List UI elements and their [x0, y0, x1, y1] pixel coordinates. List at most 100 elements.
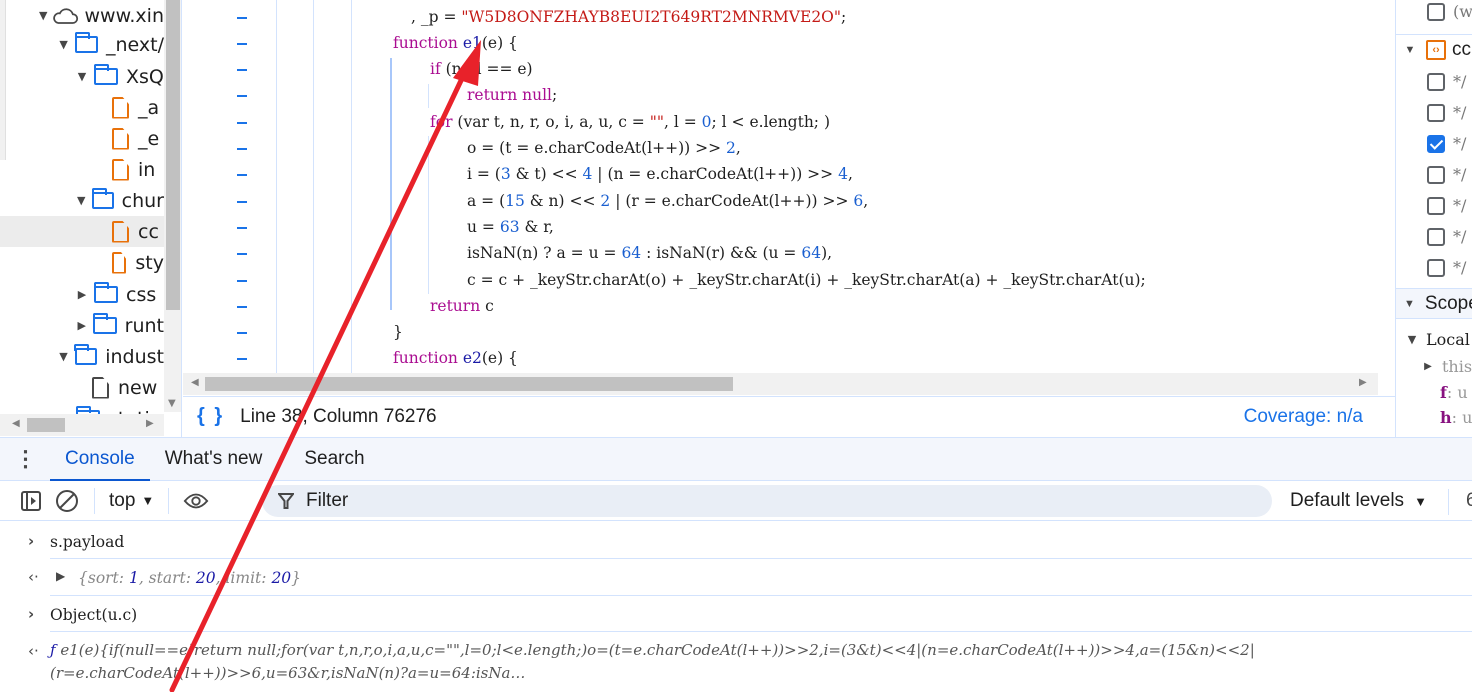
filter-input[interactable]	[306, 490, 1206, 512]
tree-horizontal-scrollbar[interactable]: ◀ ▶	[0, 414, 164, 436]
expand-object-triangle-icon[interactable]: ▶	[56, 569, 65, 583]
function-preview-line[interactable]: ƒ e1(e){if(null==e)return null;for(var t…	[50, 641, 1255, 659]
code-line[interactable]: if (null == e)	[430, 56, 533, 82]
breakpoint-row[interactable]: */	[1396, 159, 1472, 190]
breakpoint-source-header[interactable]: ▼ ‹› cc	[1396, 34, 1472, 65]
editor-horizontal-scroll-thumb[interactable]	[205, 377, 733, 391]
line-gutter-marker[interactable]	[237, 174, 247, 176]
scroll-right-arrow-icon[interactable]: ▶	[1359, 377, 1367, 388]
expand-triangle-icon[interactable]: ▼	[38, 9, 48, 22]
tree-item[interactable]: cc	[0, 216, 164, 247]
code-line[interactable]: return c	[430, 293, 494, 319]
tree-vertical-scroll-thumb[interactable]	[166, 0, 180, 310]
line-gutter-marker[interactable]	[237, 69, 247, 71]
scope-variable[interactable]: h : u	[1440, 404, 1472, 430]
line-gutter-marker[interactable]	[237, 122, 247, 124]
issues-counter[interactable]: 6	[1466, 490, 1472, 512]
expand-triangle-icon[interactable]: ▼	[58, 350, 69, 363]
console-input-message[interactable]: › s.payload	[0, 522, 1472, 559]
scroll-right-arrow-icon[interactable]: ▶	[146, 418, 154, 429]
tree-horizontal-scroll-thumb[interactable]	[27, 418, 65, 432]
code-line[interactable]: function e2(e) {	[393, 345, 518, 371]
breakpoint-row[interactable]: */	[1396, 221, 1472, 252]
breakpoint-checkbox-checked[interactable]	[1427, 134, 1445, 153]
tree-item[interactable]: sty	[0, 247, 164, 278]
tab-search[interactable]: Search	[289, 437, 379, 481]
code-editor[interactable]: , _p = "W5D8ONFZHAYB8EUI2T649RT2MNRMVE2O…	[183, 0, 1378, 395]
more-tools-menu-icon[interactable]: ⋮	[0, 448, 50, 470]
scroll-left-arrow-icon[interactable]: ◀	[12, 418, 20, 429]
tree-item[interactable]: ▼ XsQ	[0, 61, 164, 92]
breakpoint-row[interactable]: */	[1396, 66, 1472, 97]
collapse-triangle-icon[interactable]: ▶	[76, 288, 88, 301]
tree-item[interactable]: ▼ www.xin	[0, 0, 164, 31]
scope-variable[interactable]: f : u	[1440, 379, 1468, 405]
line-gutter-marker[interactable]	[237, 201, 247, 203]
scroll-down-arrow-icon[interactable]: ▼	[168, 398, 176, 409]
breakpoint-checkbox[interactable]	[1427, 227, 1445, 246]
tree-item[interactable]: ▶ css	[0, 279, 164, 310]
line-gutter-marker[interactable]	[237, 253, 247, 255]
editor-horizontal-scrollbar[interactable]: ◀ ▶	[183, 373, 1378, 395]
code-line[interactable]: u = 63 & r,	[467, 214, 554, 240]
line-gutter-marker[interactable]	[237, 280, 247, 282]
code-line[interactable]: c = c + _keyStr.charAt(o) + _keyStr.char…	[467, 267, 1146, 293]
code-line[interactable]: o = (t = e.charCodeAt(l++)) >> 2,	[467, 135, 741, 161]
object-preview[interactable]: {sort: 1, start: 20, limit: 20}	[78, 569, 301, 587]
expand-triangle-icon[interactable]: ▼	[76, 70, 88, 83]
expand-triangle-icon[interactable]: ▼	[58, 38, 69, 51]
filter-field[interactable]	[262, 485, 1272, 517]
tree-vertical-scrollbar[interactable]: ▼	[164, 0, 181, 412]
line-gutter-marker[interactable]	[237, 306, 247, 308]
console-output-message[interactable]: ‹· ▶ {sort: 1, start: 20, limit: 20}	[0, 559, 1472, 596]
tree-item[interactable]: _a	[0, 92, 164, 123]
code-line[interactable]: isNaN(n) ? a = u = 64 : isNaN(r) && (u =…	[467, 240, 832, 266]
breakpoint-row[interactable]: */	[1396, 97, 1472, 128]
tree-item[interactable]: ▼ _next/	[0, 29, 164, 60]
tab-whats-new[interactable]: What's new	[150, 437, 278, 481]
breakpoint-checkbox[interactable]	[1427, 258, 1445, 277]
breakpoint-row[interactable]: (w	[1396, 0, 1472, 27]
breakpoint-row[interactable]: */	[1396, 128, 1472, 159]
tree-item[interactable]: _e	[0, 123, 164, 154]
line-gutter-marker[interactable]	[237, 17, 247, 19]
line-gutter-marker[interactable]	[237, 358, 247, 360]
breakpoint-checkbox[interactable]	[1427, 72, 1445, 91]
tree-item[interactable]: ▶ runt	[0, 310, 164, 341]
tree-item[interactable]: new	[0, 372, 164, 403]
expand-triangle-icon[interactable]: ▼	[76, 194, 86, 207]
log-levels-dropdown[interactable]: Default levels ▼	[1290, 481, 1427, 521]
line-gutter-marker[interactable]	[237, 227, 247, 229]
line-gutter-marker[interactable]	[237, 43, 247, 45]
breakpoint-row[interactable]: */	[1396, 190, 1472, 221]
line-gutter-marker[interactable]	[237, 332, 247, 334]
code-line[interactable]: , _p = "W5D8ONFZHAYB8EUI2T649RT2MNRMVE2O…	[411, 4, 846, 30]
console-input-message[interactable]: › Object(u.c)	[0, 596, 1472, 632]
code-line[interactable]: }	[393, 319, 403, 345]
tree-item[interactable]: ▼ chur	[0, 185, 164, 216]
sidebar-toggle-icon[interactable]	[18, 488, 44, 514]
scope-variable-this[interactable]: ▶ this	[1422, 353, 1472, 379]
function-preview-line[interactable]: (r=e.charCodeAt(l++))>>6,u=63&r,isNaN(n)…	[50, 664, 525, 682]
console-output-message[interactable]: ‹· ƒ e1(e){if(null==e)return null;for(va…	[0, 632, 1472, 692]
code-line[interactable]: a = (15 & n) << 2 | (r = e.charCodeAt(l+…	[467, 188, 868, 214]
code-line[interactable]: i = (3 & t) << 4 | (n = e.charCodeAt(l++…	[467, 161, 853, 187]
pretty-print-icon[interactable]: { }	[197, 405, 224, 428]
tree-item[interactable]: ▼ indust	[0, 341, 164, 372]
code-line[interactable]: function e1(e) {	[393, 30, 518, 56]
line-gutter-marker[interactable]	[237, 95, 247, 97]
scroll-left-arrow-icon[interactable]: ◀	[191, 377, 199, 388]
console-messages[interactable]: › s.payload ‹· ▶ {sort: 1, start: 20, li…	[0, 522, 1472, 692]
breakpoint-checkbox[interactable]	[1427, 196, 1445, 215]
code-line[interactable]: for (var t, n, r, o, i, a, u, c = "", l …	[430, 109, 830, 135]
code-line[interactable]: return null;	[467, 82, 557, 108]
line-gutter-marker[interactable]	[237, 148, 247, 150]
live-expression-eye-icon[interactable]	[183, 488, 209, 514]
breakpoint-checkbox[interactable]	[1427, 103, 1445, 122]
clear-console-icon[interactable]	[54, 488, 80, 514]
local-scope-header[interactable]: ▼ Local	[1406, 326, 1470, 352]
context-selector[interactable]: top ▼	[109, 490, 154, 512]
breakpoint-row[interactable]: */	[1396, 252, 1472, 283]
collapse-triangle-icon[interactable]: ▶	[76, 319, 87, 332]
coverage-link[interactable]: Coverage: n/a	[1244, 406, 1363, 428]
